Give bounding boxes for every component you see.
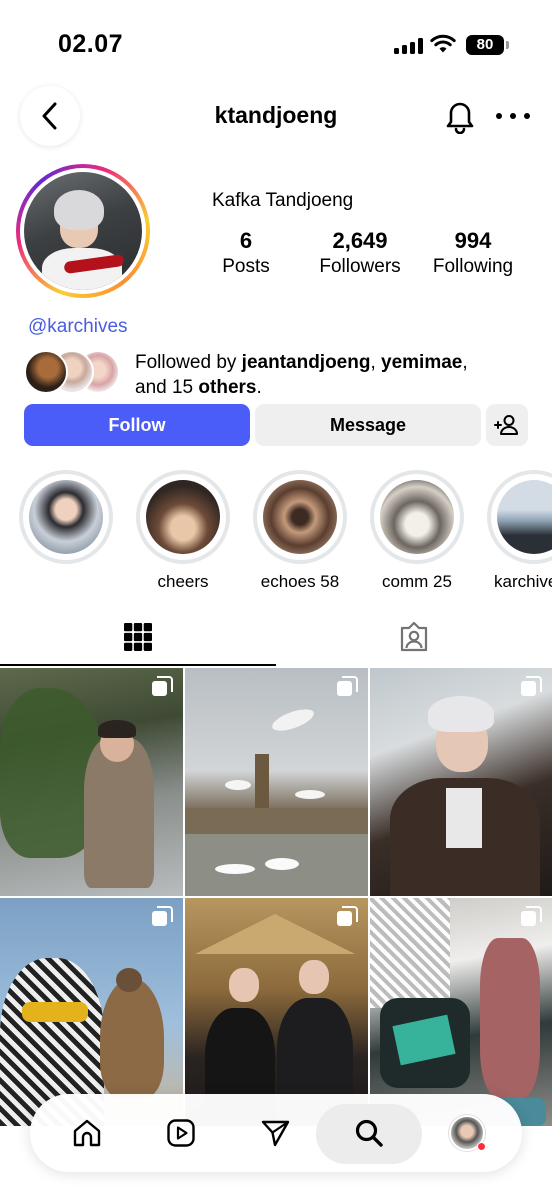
highlight-cover bbox=[29, 480, 103, 554]
following-count[interactable]: 994 Following bbox=[426, 228, 520, 278]
highlight-item[interactable]: echoes 58 bbox=[250, 470, 350, 592]
follow-button[interactable]: Follow bbox=[24, 404, 250, 446]
stat-label: Followers bbox=[319, 256, 401, 277]
display-name: Kafka Tandjoeng bbox=[212, 190, 354, 211]
posts-grid bbox=[0, 668, 552, 1128]
stat-value: 6 bbox=[239, 228, 253, 253]
grid-icon bbox=[124, 623, 152, 651]
story-highlights: cheers echoes 58 comm 25 karchives bbox=[0, 470, 552, 600]
followers-count[interactable]: 2,649 Followers bbox=[310, 228, 410, 278]
profile-actions: Follow Message bbox=[24, 404, 528, 446]
notification-dot bbox=[477, 1142, 486, 1151]
message-button[interactable]: Message bbox=[255, 404, 481, 446]
post-thumbnail[interactable] bbox=[0, 668, 183, 896]
post-thumbnail[interactable] bbox=[0, 898, 183, 1126]
followed-by-text[interactable]: Followed by jeantandjoeng, yemimae, and 1… bbox=[135, 350, 535, 400]
status-time: 02.07 bbox=[58, 30, 124, 58]
mutual-followers-avatars[interactable] bbox=[24, 350, 120, 396]
nav-profile[interactable] bbox=[432, 1094, 502, 1172]
highlight-item[interactable]: comm 25 bbox=[367, 470, 467, 592]
post-thumbnail[interactable] bbox=[370, 898, 552, 1126]
multiple-photos-icon bbox=[521, 906, 542, 926]
nav-search[interactable] bbox=[316, 1094, 422, 1172]
bottom-navigation bbox=[30, 1094, 522, 1172]
suggested-users-button[interactable] bbox=[486, 404, 528, 446]
dot-icon bbox=[524, 113, 530, 119]
active-tab-indicator bbox=[0, 664, 276, 666]
highlight-label: karchives bbox=[494, 572, 552, 591]
profile-tabs bbox=[0, 608, 552, 666]
posts-count: 6 Posts bbox=[214, 228, 278, 278]
multiple-photos-icon bbox=[152, 676, 173, 696]
post-thumbnail[interactable] bbox=[185, 668, 368, 896]
follower-username[interactable]: jeantandjoeng bbox=[242, 352, 371, 373]
profile-avatar-story-ring[interactable] bbox=[16, 164, 150, 298]
cellular-signal-icon bbox=[394, 38, 424, 54]
add-user-icon bbox=[494, 415, 518, 435]
notifications-button[interactable] bbox=[444, 98, 476, 135]
linked-profile-handle[interactable]: @karchives bbox=[28, 316, 128, 338]
dot-icon bbox=[496, 113, 502, 119]
stat-label: Posts bbox=[222, 256, 270, 277]
post-thumbnail[interactable] bbox=[185, 898, 368, 1126]
highlight-item[interactable]: cheers bbox=[133, 470, 233, 592]
post-thumbnail[interactable] bbox=[370, 668, 552, 896]
dot-icon bbox=[510, 113, 516, 119]
highlight-cover bbox=[380, 480, 454, 554]
multiple-photos-icon bbox=[521, 676, 542, 696]
stat-label: Following bbox=[432, 256, 514, 277]
others-link[interactable]: others bbox=[198, 377, 256, 398]
follower-username[interactable]: yemimae bbox=[381, 352, 462, 373]
highlight-cover bbox=[263, 480, 337, 554]
stat-value: 994 bbox=[454, 228, 492, 253]
avatar bbox=[24, 350, 68, 394]
nav-home[interactable] bbox=[52, 1094, 122, 1172]
status-bar: 02.07 80 bbox=[0, 0, 552, 88]
tab-posts-grid[interactable] bbox=[0, 608, 276, 666]
multiple-photos-icon bbox=[337, 676, 358, 696]
reels-icon bbox=[167, 1119, 195, 1147]
battery-indicator: 80 bbox=[466, 35, 509, 55]
profile-stats: 6 Posts 2,649 Followers 994 Following bbox=[198, 228, 528, 284]
highlight-cover bbox=[146, 480, 220, 554]
home-icon bbox=[73, 1119, 101, 1147]
profile-avatar bbox=[24, 172, 142, 290]
highlight-label: echoes 58 bbox=[260, 572, 340, 591]
nav-reels[interactable] bbox=[146, 1094, 216, 1172]
wifi-icon bbox=[430, 34, 456, 53]
multiple-photos-icon bbox=[337, 906, 358, 926]
bell-icon bbox=[446, 102, 474, 135]
tab-tagged[interactable] bbox=[276, 608, 552, 666]
highlight-item[interactable] bbox=[16, 470, 116, 572]
highlight-cover bbox=[497, 480, 552, 554]
send-icon bbox=[261, 1120, 290, 1147]
more-options-button[interactable] bbox=[496, 104, 530, 128]
nav-messages[interactable] bbox=[240, 1094, 310, 1172]
tagged-icon bbox=[400, 621, 428, 652]
search-icon bbox=[355, 1119, 383, 1147]
stat-value: 2,649 bbox=[332, 228, 388, 253]
profile-header: ktandjoeng bbox=[0, 84, 552, 148]
avatar bbox=[449, 1115, 486, 1151]
highlight-label: comm 25 bbox=[382, 572, 452, 591]
multiple-photos-icon bbox=[152, 906, 173, 926]
highlight-label: cheers bbox=[157, 572, 209, 591]
highlight-item[interactable]: karchives bbox=[484, 470, 552, 592]
